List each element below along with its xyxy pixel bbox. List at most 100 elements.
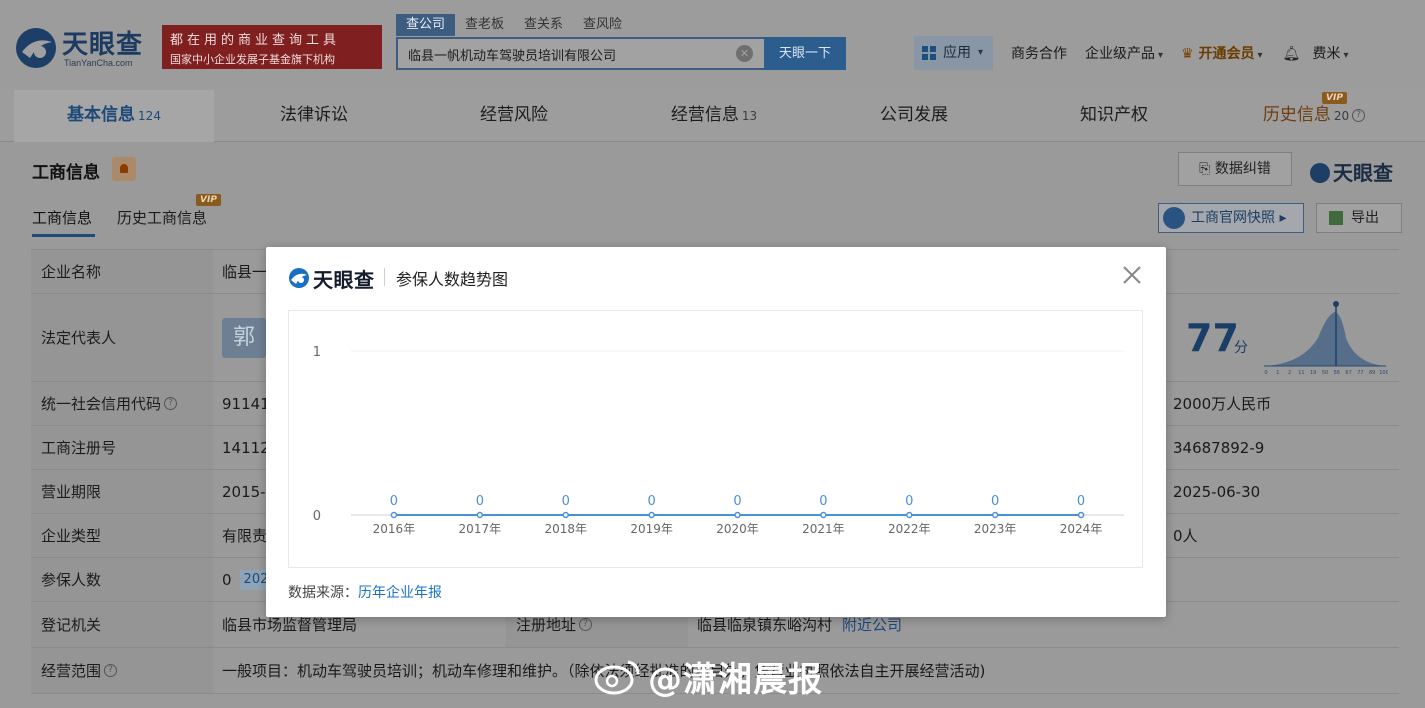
row-right-value: 34687892-9 — [1173, 438, 1265, 457]
excel-icon — [1329, 211, 1343, 225]
data-point — [476, 511, 484, 519]
x-tick-label: 2022年 — [888, 522, 931, 536]
nav-vip[interactable]: ♛ 开通会员 ▾ — [1181, 43, 1262, 63]
row-value: 郭 — [213, 294, 266, 381]
chart-canvas: 0 1 0 2016年 0 2017年 0 2018年 0 2019年 0 2020年 0 2021年 0 2… — [313, 345, 1124, 536]
main-tabs: 基本信息 124 法律诉讼 经营风险 经营信息 13 公司发展 知识产权 历史信息 2… — [0, 90, 1425, 142]
bell-icon[interactable] — [112, 157, 136, 181]
data-point — [991, 511, 999, 519]
data-correction-label: 数据纠错 — [1214, 161, 1271, 177]
row-right-value: 0人 — [1173, 527, 1198, 545]
search-input[interactable]: 临县一帆机动车驾驶员培训有限公司 ✕ 天眼一下 — [396, 37, 846, 70]
official-snapshot-button[interactable]: 工商官网快照 ▸ — [1158, 203, 1304, 233]
user-icon — [1163, 207, 1185, 229]
export-button[interactable]: 导出 — [1316, 203, 1402, 233]
score-axis-tick: 77 — [1357, 370, 1363, 376]
annual-report-link[interactable]: 历年企业年报 — [358, 585, 442, 601]
search-tab-relation[interactable]: 查关系 — [514, 14, 573, 36]
row-label: 法定代表人 — [31, 294, 213, 381]
row-value: 0 202 — [213, 558, 273, 601]
tab-operation[interactable]: 经营信息 13 — [614, 90, 814, 142]
search-tab-risk[interactable]: 查风险 — [573, 14, 632, 36]
subtab-history-business-info[interactable]: 历史工商信息 — [117, 207, 207, 228]
help-icon[interactable]: ? — [104, 664, 118, 677]
chevron-right-icon: ▸ — [1279, 210, 1287, 226]
section-logo: 天眼查 — [1310, 157, 1393, 186]
nav-user[interactable]: 费米 ▾ — [1313, 43, 1349, 63]
score-axis-tick: 56 — [1334, 370, 1340, 376]
media-watermark: @潇湘晨报 — [648, 660, 823, 700]
score-axis-tick: 67 — [1345, 370, 1351, 376]
address-text: 临县临泉镇东峪沟村 — [697, 616, 833, 634]
row-label-text: 注册地址 — [516, 616, 577, 634]
tab-label: 经营风险 — [480, 105, 548, 125]
edit-icon: ⎘ — [1199, 161, 1211, 177]
tab-ip[interactable]: 知识产权 — [1014, 90, 1214, 142]
nav-enterprise[interactable]: 企业级产品 ▾ — [1085, 43, 1163, 63]
data-source-label: 数据来源： — [288, 585, 358, 601]
row-label-text: 经营范围 — [41, 662, 102, 680]
company-score: 77 — [1186, 316, 1239, 360]
search-tab-boss[interactable]: 查老板 — [455, 14, 514, 36]
x-tick-label: 2016年 — [373, 522, 416, 536]
dialog-logo: 天眼查 — [288, 265, 375, 292]
chevron-down-icon: ▾ — [1257, 50, 1263, 61]
top-nav: 应用 ▾ 商务合作 企业级产品 ▾ ♛ 开通会员 ▾ 🔔︎ 费米 ▾ — [914, 36, 1349, 70]
tab-count: 13 — [741, 109, 758, 123]
row-value-text: 0 — [222, 570, 232, 589]
app-menu-button[interactable]: 应用 ▾ — [914, 36, 994, 70]
score-axis-tick: 89 — [1369, 370, 1375, 376]
row-right-value: 2000万人民币 — [1173, 395, 1272, 413]
logo-mark-icon — [1310, 163, 1330, 183]
row-value: 91141 — [222, 394, 270, 413]
row-value: 有限责 — [222, 527, 268, 545]
row-value: 临县一 — [222, 263, 268, 281]
chevron-down-icon: ▾ — [1158, 50, 1164, 61]
subtab-business-info[interactable]: 工商信息 — [32, 207, 92, 228]
x-tick-label: 2024年 — [1060, 522, 1103, 536]
close-icon[interactable] — [1120, 263, 1144, 287]
insured-trend-dialog: 天眼查 参保人数趋势图 0 1 0 2016年 0 2017年 0 2018年 0 2019年 0 2… — [266, 247, 1166, 617]
help-icon[interactable]: ? — [1352, 108, 1366, 122]
data-source: 数据来源：历年企业年报 — [288, 582, 442, 602]
row-value: 14112 — [222, 438, 270, 457]
crown-icon: ♛ — [1181, 46, 1194, 62]
x-tick-label: 2021年 — [802, 522, 845, 536]
x-tick-label: 2020年 — [716, 522, 759, 536]
chevron-down-icon: ▾ — [978, 47, 984, 58]
nearby-companies-link[interactable]: 附近公司 — [842, 614, 902, 635]
score-unit: 分 — [1234, 340, 1248, 356]
help-icon[interactable]: ? — [579, 618, 593, 631]
dialog-logo-text: 天眼查 — [313, 267, 375, 292]
tab-basic-info[interactable]: 基本信息 124 — [14, 90, 214, 142]
help-icon[interactable]: ? — [164, 397, 178, 410]
divider — [384, 268, 385, 286]
search-tab-company[interactable]: 查公司 — [396, 14, 456, 36]
clear-icon[interactable]: ✕ — [736, 45, 753, 62]
tab-development[interactable]: 公司发展 — [814, 90, 1014, 142]
dialog-title: 参保人数趋势图 — [396, 270, 509, 289]
tab-label: 基本信息 — [67, 105, 136, 125]
data-label: 0 — [476, 494, 484, 509]
subtab-active-indicator — [32, 234, 95, 237]
official-snapshot-label: 工商官网快照 — [1191, 210, 1275, 226]
site-logo[interactable]: 天眼查 TianYanCha.com — [14, 24, 154, 72]
score-axis-tick: 1 — [1276, 370, 1279, 376]
row-right-value: 2025-06-30 — [1173, 482, 1261, 501]
search-input-value: 临县一帆机动车驾驶员培训有限公司 — [408, 49, 617, 64]
tab-risk[interactable]: 经营风险 — [414, 90, 614, 142]
row-label-text: 统一社会信用代码 — [41, 395, 162, 413]
export-label: 导出 — [1351, 210, 1379, 226]
nav-enterprise-label: 企业级产品 — [1085, 46, 1156, 62]
tab-label: 法律诉讼 — [280, 105, 348, 125]
nav-business[interactable]: 商务合作 — [1011, 43, 1067, 63]
tab-legal[interactable]: 法律诉讼 — [214, 90, 414, 142]
tab-label: 经营信息 — [670, 105, 739, 125]
search-button[interactable]: 天眼一下 — [764, 37, 846, 70]
tab-history[interactable]: 历史信息 20? VIP — [1214, 90, 1414, 142]
data-point — [734, 511, 741, 519]
data-correction-button[interactable]: ⎘ 数据纠错 — [1178, 152, 1292, 186]
data-label: 0 — [733, 494, 741, 509]
avatar[interactable]: 郭 — [222, 317, 266, 358]
bell-icon[interactable]: 🔔︎ — [1283, 46, 1301, 62]
